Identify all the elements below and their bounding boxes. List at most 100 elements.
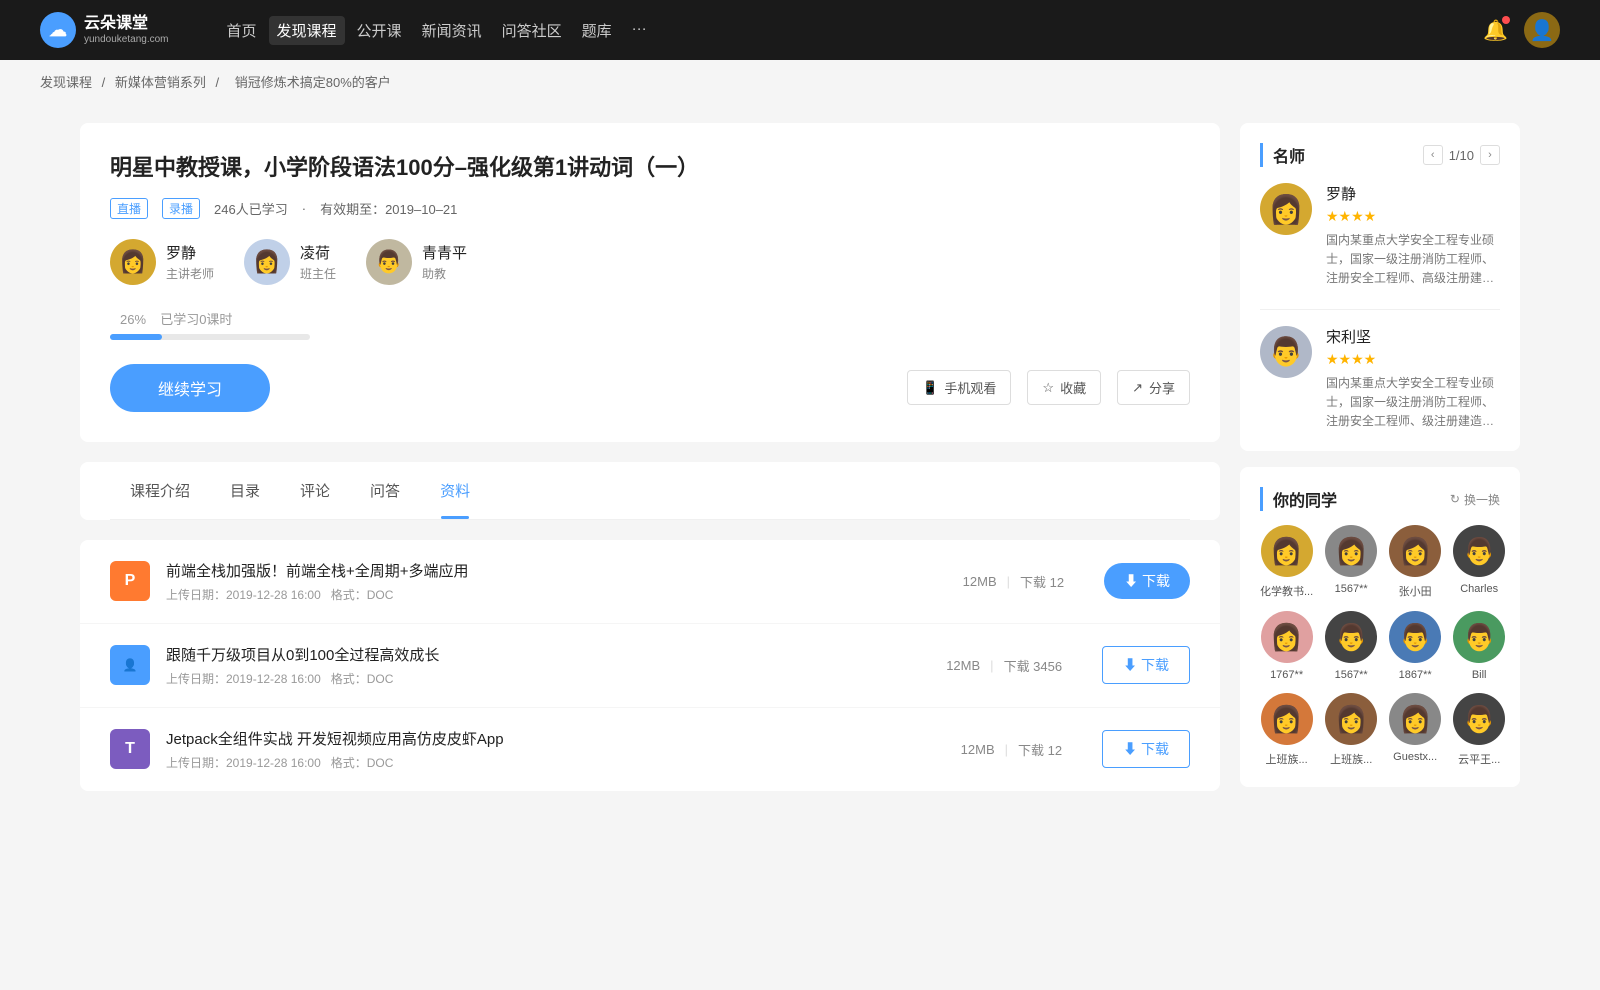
classmate-3[interactable]: 👩 张小田 xyxy=(1389,525,1441,599)
classmate-11[interactable]: 👩 Guestx... xyxy=(1389,693,1441,767)
page-next-btn[interactable]: › xyxy=(1480,145,1500,165)
classmate-2[interactable]: 👩 1567** xyxy=(1325,525,1377,599)
tab-catalog[interactable]: 目录 xyxy=(210,462,280,519)
tabs-list: 课程介绍 目录 评论 问答 资料 xyxy=(110,462,1190,520)
teacher-3: 👨 青青平 助教 xyxy=(366,239,467,285)
refresh-label: 换一换 xyxy=(1464,491,1500,508)
resource-meta-1: 上传日期：2019-12-28 16:00 格式：DOC xyxy=(166,586,923,603)
classmate-avatar-1: 👩 xyxy=(1261,525,1313,577)
teachers-card-title: 名师 xyxy=(1260,143,1305,167)
resource-stats-3: 12MB | 下载 12 xyxy=(961,740,1062,759)
course-card: 明星中教授课，小学阶段语法100分–强化级第1讲动词（一） 直播 录播 246人… xyxy=(80,123,1220,442)
resource-icon-1: P xyxy=(110,561,150,601)
nav-public[interactable]: 公开课 xyxy=(349,16,410,45)
classmate-avatar-8: 👨 xyxy=(1453,611,1505,663)
tab-intro[interactable]: 课程介绍 xyxy=(110,462,210,519)
classmate-name-9: 上班族... xyxy=(1266,751,1308,767)
badge-live: 直播 xyxy=(110,198,148,219)
resource-item-2: 👤 跟随千万级项目从0到100全过程高效成长 上传日期：2019-12-28 1… xyxy=(80,624,1220,708)
mobile-watch-button[interactable]: 📱 手机观看 xyxy=(907,370,1011,405)
refresh-icon: ↻ xyxy=(1450,492,1460,506)
collect-button[interactable]: ☆ 收藏 xyxy=(1027,370,1101,405)
share-icon: ↗ xyxy=(1132,380,1143,396)
nav-news[interactable]: 新闻资讯 xyxy=(414,16,490,45)
nav-qa[interactable]: 问答社区 xyxy=(494,16,570,45)
resource-icon-3: T xyxy=(110,729,150,769)
nav-more[interactable]: ··· xyxy=(624,16,655,45)
download-button-1[interactable]: ⬇ 下载 xyxy=(1104,563,1190,599)
page-prev-btn[interactable]: ‹ xyxy=(1423,145,1443,165)
classmate-name-11: Guestx... xyxy=(1393,751,1437,763)
refresh-classmates-button[interactable]: ↻ 换一换 xyxy=(1450,491,1500,508)
sidebar-teacher-name-1: 罗静 xyxy=(1326,183,1500,204)
teacher-name-3: 青青平 xyxy=(422,242,467,263)
main-container: 明星中教授课，小学阶段语法100分–强化级第1讲动词（一） 直播 录播 246人… xyxy=(40,103,1560,823)
sidebar-teacher-avatar-2: 👨 xyxy=(1260,326,1312,378)
learner-count: 246人已学习 xyxy=(214,199,288,218)
nav-quiz[interactable]: 题库 xyxy=(574,16,620,45)
logo[interactable]: ☁ 云朵课堂 yundouketang.com xyxy=(40,12,169,48)
teacher-avatar-2: 👩 xyxy=(244,239,290,285)
course-teachers: 👩 罗静 主讲老师 👩 凌荷 班主任 xyxy=(110,239,1190,285)
notification-dot xyxy=(1502,16,1510,24)
download-button-2[interactable]: ⬇ 下载 xyxy=(1102,646,1190,684)
teacher-role-1: 主讲老师 xyxy=(166,265,214,282)
classmate-6[interactable]: 👨 1567** xyxy=(1325,611,1377,681)
classmate-avatar-7: 👨 xyxy=(1389,611,1441,663)
resource-info-1: 前端全栈加强版！前端全栈+全周期+多端应用 上传日期：2019-12-28 16… xyxy=(166,560,923,603)
sidebar-teacher-name-2: 宋利坚 xyxy=(1326,326,1500,347)
classmate-9[interactable]: 👩 上班族... xyxy=(1260,693,1313,767)
breadcrumb-link-2[interactable]: 新媒体营销系列 xyxy=(115,75,206,90)
resource-name-3: Jetpack全组件实战 开发短视频应用高仿皮皮虾App xyxy=(166,728,921,749)
bell-icon[interactable]: 🔔 xyxy=(1483,18,1508,43)
teacher-avatar-1: 👩 xyxy=(110,239,156,285)
buttons-row: 继续学习 📱 手机观看 ☆ 收藏 ↗ 分享 xyxy=(110,364,1190,412)
resource-item-3: T Jetpack全组件实战 开发短视频应用高仿皮皮虾App 上传日期：2019… xyxy=(80,708,1220,791)
sidebar-teacher-info-2: 宋利坚 ★★★★ 国内某重点大学安全工程专业硕士，国家一级注册消防工程师、注册安… xyxy=(1326,326,1500,432)
breadcrumb-sep-1: / xyxy=(102,75,109,90)
nav-home[interactable]: 首页 xyxy=(219,16,265,45)
sidebar-teacher-stars-1: ★★★★ xyxy=(1326,208,1500,225)
classmate-7[interactable]: 👨 1867** xyxy=(1389,611,1441,681)
sidebar-teacher-stars-2: ★★★★ xyxy=(1326,351,1500,368)
teacher-role-2: 班主任 xyxy=(300,265,336,282)
classmate-avatar-6: 👨 xyxy=(1325,611,1377,663)
classmate-10[interactable]: 👩 上班族... xyxy=(1325,693,1377,767)
classmate-avatar-4: 👨 xyxy=(1453,525,1505,577)
sidebar-teacher-desc-2: 国内某重点大学安全工程专业硕士，国家一级注册消防工程师、注册安全工程师、级注册建… xyxy=(1326,374,1500,432)
classmate-5[interactable]: 👩 1767** xyxy=(1260,611,1313,681)
classmate-name-7: 1867** xyxy=(1399,669,1432,681)
star-icon: ☆ xyxy=(1042,380,1054,396)
classmate-8[interactable]: 👨 Bill xyxy=(1453,611,1505,681)
teacher-info-3: 青青平 助教 xyxy=(422,242,467,282)
continue-learning-button[interactable]: 继续学习 xyxy=(110,364,270,412)
resource-info-2: 跟随千万级项目从0到100全过程高效成长 上传日期：2019-12-28 16:… xyxy=(166,644,906,687)
classmate-name-4: Charles xyxy=(1460,583,1498,595)
classmate-1[interactable]: 👩 化学教书... xyxy=(1260,525,1313,599)
user-avatar-header[interactable]: 👤 xyxy=(1524,12,1560,48)
share-button[interactable]: ↗ 分享 xyxy=(1117,370,1190,405)
classmate-12[interactable]: 👨 云平王... xyxy=(1453,693,1505,767)
tab-resource[interactable]: 资料 xyxy=(420,462,490,519)
classmate-name-6: 1567** xyxy=(1335,669,1368,681)
breadcrumb-sep-2: / xyxy=(216,75,223,90)
classmate-4[interactable]: 👨 Charles xyxy=(1453,525,1505,599)
progress-label: 26% 已学习0课时 xyxy=(110,309,1190,328)
resource-item-1: P 前端全栈加强版！前端全栈+全周期+多端应用 上传日期：2019-12-28 … xyxy=(80,540,1220,624)
logo-icon: ☁ xyxy=(40,12,76,48)
tab-review[interactable]: 评论 xyxy=(280,462,350,519)
classmate-avatar-12: 👨 xyxy=(1453,693,1505,745)
teacher-1: 👩 罗静 主讲老师 xyxy=(110,239,214,285)
tabs-card: 课程介绍 目录 评论 问答 资料 xyxy=(80,462,1220,520)
teacher-separator xyxy=(1260,309,1500,310)
teacher-avatar-3: 👨 xyxy=(366,239,412,285)
nav-discover[interactable]: 发现课程 xyxy=(269,16,345,45)
breadcrumb-link-1[interactable]: 发现课程 xyxy=(40,75,92,90)
classmate-name-5: 1767** xyxy=(1270,669,1303,681)
badge-rec: 录播 xyxy=(162,198,200,219)
tab-qa[interactable]: 问答 xyxy=(350,462,420,519)
sidebar-teacher-2: 👨 宋利坚 ★★★★ 国内某重点大学安全工程专业硕士，国家一级注册消防工程师、注… xyxy=(1260,326,1500,432)
classmate-name-3: 张小田 xyxy=(1399,583,1432,599)
resource-stats-1: 12MB | 下载 12 xyxy=(963,572,1064,591)
download-button-3[interactable]: ⬇ 下载 xyxy=(1102,730,1190,768)
